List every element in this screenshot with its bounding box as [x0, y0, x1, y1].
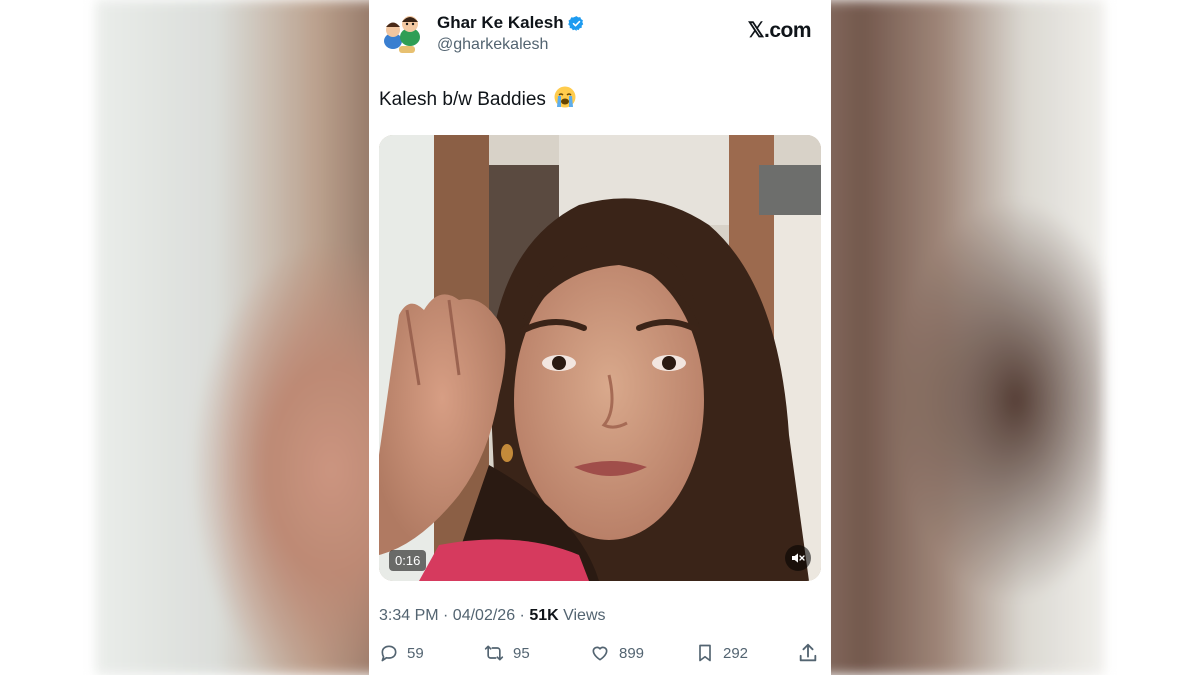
tweet-card: Ghar Ke Kalesh @gharkekalesh 𝕏.com Kales… — [369, 0, 831, 675]
tweet-text: Kalesh b/w Baddies — [379, 86, 576, 114]
bookmark-icon — [699, 644, 711, 662]
bookmark-button[interactable]: 292 — [695, 640, 748, 666]
like-count: 899 — [619, 644, 645, 662]
video-frame — [379, 135, 821, 581]
action-bar: 59 95 899 292 — [379, 640, 819, 666]
verified-badge-icon — [567, 15, 583, 31]
repost-icon — [484, 645, 504, 661]
tweet-metadata: 3:34 PM · 04/02/26 · 51K Views — [379, 607, 606, 625]
mute-button[interactable] — [785, 545, 811, 571]
repost-button[interactable]: 95 — [483, 640, 530, 666]
video-duration-badge: 0:16 — [389, 550, 427, 571]
bookmark-count: 292 — [723, 644, 749, 662]
share-icon — [799, 643, 817, 662]
x-brand-logo: 𝕏.com — [747, 19, 812, 42]
reply-icon — [381, 645, 397, 662]
reply-count: 59 — [407, 644, 424, 662]
user-handle[interactable]: @gharkekalesh — [437, 36, 548, 54]
views-label: Views — [558, 607, 606, 624]
avatar[interactable] — [379, 10, 425, 56]
repost-count: 95 — [513, 644, 530, 662]
views-count: 51K — [529, 607, 559, 624]
crying-emoji — [554, 86, 576, 114]
video-player[interactable]: 0:16 — [379, 135, 821, 581]
crying-face-icon — [554, 86, 576, 108]
timestamp[interactable]: 3:34 PM · 04/02/26 · — [379, 607, 529, 624]
reply-button[interactable]: 59 — [379, 640, 424, 666]
mute-icon — [792, 553, 805, 563]
share-button[interactable] — [797, 640, 827, 666]
name-row: Ghar Ke Kalesh — [437, 13, 585, 33]
like-icon — [592, 646, 608, 661]
tweet-header: Ghar Ke Kalesh @gharkekalesh 𝕏.com — [379, 8, 821, 60]
tweet-body: Kalesh b/w Baddies — [379, 89, 546, 110]
display-name[interactable]: Ghar Ke Kalesh — [437, 13, 564, 33]
like-button[interactable]: 899 — [589, 640, 644, 666]
avatar-illustration — [379, 10, 425, 56]
